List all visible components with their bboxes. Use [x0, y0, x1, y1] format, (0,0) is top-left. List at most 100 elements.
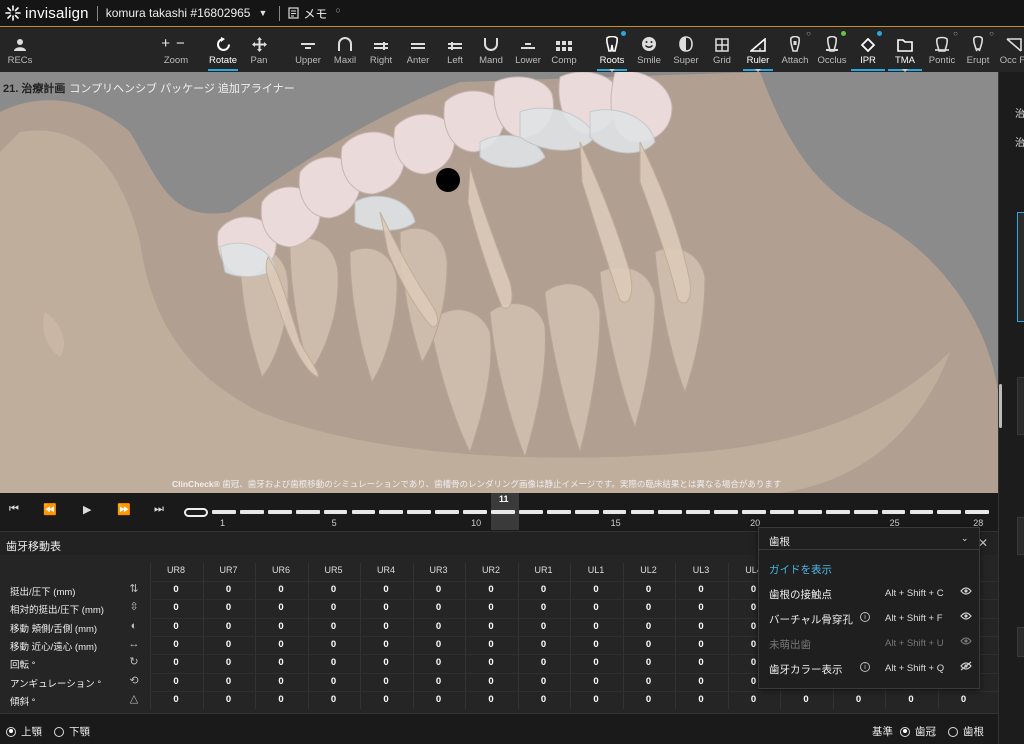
right-panel-card[interactable] [1017, 377, 1024, 435]
stage-segment[interactable] [770, 510, 794, 514]
prev-stage-icon[interactable]: ⏪ [43, 503, 57, 516]
tool-label: Lower [515, 55, 541, 66]
lower-jaw-radio[interactable]: 下顎 [54, 724, 90, 739]
stage-segment[interactable] [742, 510, 766, 514]
right-panel-card[interactable] [1017, 517, 1024, 555]
stage-segment[interactable] [491, 510, 515, 514]
stage-segment[interactable] [323, 510, 348, 514]
stage-segment[interactable] [630, 510, 655, 514]
stage-segment[interactable] [853, 510, 878, 514]
stage-segment[interactable] [909, 510, 934, 514]
stage-segment[interactable] [574, 510, 599, 514]
right-panel-card-active[interactable] [1017, 212, 1024, 322]
play-icon[interactable]: ▶ [83, 503, 91, 516]
tool-occfr-button[interactable]: Occ Fr [990, 28, 1024, 72]
right-panel-tab-2[interactable]: 治 [1015, 134, 1024, 149]
stage-segment[interactable] [407, 510, 432, 514]
info-icon[interactable]: i [860, 612, 870, 622]
stage-segment[interactable] [463, 510, 487, 514]
tool-comp-button[interactable]: Comp [540, 28, 588, 72]
top-bar: invisalign komura takashi #16802965 ▼ メモ… [0, 0, 1024, 27]
upper-jaw-radio[interactable]: 上顎 [6, 724, 42, 739]
stage-segment[interactable] [435, 510, 460, 514]
patient-dropdown-caret-icon[interactable]: ▼ [258, 8, 267, 18]
column-header: UR8 [166, 565, 185, 575]
brand-name: invisalign [25, 4, 89, 22]
info-icon[interactable]: i [860, 662, 870, 672]
right-panel-tab-1[interactable]: 治 [1015, 105, 1024, 120]
movement-type-icon: ◐ [130, 619, 138, 632]
stage-segment[interactable] [351, 510, 376, 514]
table-cell: 0 [645, 657, 652, 669]
tool-recs-button[interactable]: RECs [0, 28, 44, 72]
table-cell: 0 [173, 657, 179, 669]
stage-segment[interactable] [546, 510, 571, 514]
table-cell: 0 [698, 602, 704, 614]
table-cell: 0 [593, 638, 599, 650]
tool-zoom-button[interactable]: +− Zoom [152, 28, 200, 72]
table-cell: 0 [330, 675, 337, 687]
tool-label: Anter [406, 55, 430, 66]
tool-pan-button[interactable]: Pan [235, 28, 283, 72]
table-cell: 0 [330, 638, 337, 650]
eye-off-icon[interactable] [960, 661, 972, 674]
table-cell: 0 [330, 693, 337, 705]
toolbar: RECs +− Zoom Rotate Pan Upper Maxil Right Anter L… [0, 28, 1024, 72]
tool-label: Rotate [209, 55, 237, 66]
stage-segment[interactable] [937, 510, 962, 514]
root-radio[interactable]: 歯根 [948, 724, 984, 739]
tool-label: Super [673, 55, 699, 66]
roots-menu-item[interactable]: バーチャル骨穿孔 i Alt + Shift + F [759, 606, 979, 630]
table-cell: 0 [225, 584, 232, 595]
stage-segment[interactable] [239, 510, 264, 514]
stage-segment[interactable] [295, 510, 320, 514]
memo-button[interactable]: メモ ○ [288, 5, 341, 22]
stage-segment[interactable] [881, 510, 906, 514]
stage-segment[interactable] [518, 510, 543, 514]
eye-icon[interactable] [960, 586, 972, 599]
roots-menu-item[interactable]: ガイドを表示 [759, 556, 979, 580]
erupt-icon [971, 28, 985, 52]
tool-label: Occ Fr [999, 55, 1024, 66]
movement-type-icon: ⇳ [129, 601, 139, 614]
viewport-scrollbar[interactable] [999, 384, 1002, 428]
3d-viewport[interactable]: 21. 治療計画 コンプリヘンシブ パッケージ 追加アライナー ClinCheck… [0, 72, 998, 493]
roots-menu-item[interactable]: 歯根の接触点 Alt + Shift + C [759, 581, 979, 605]
first-stage-icon[interactable]: ⏮ [9, 503, 19, 516]
patient-name[interactable]: komura takashi #16802965 [106, 6, 251, 20]
stage-segment[interactable] [658, 510, 683, 514]
table-cell: 0 [173, 675, 179, 687]
last-stage-icon[interactable]: ⏭ [154, 503, 164, 516]
grid-icon [715, 28, 729, 52]
move-icon [251, 28, 267, 52]
right-panel-card[interactable] [1017, 627, 1024, 657]
next-stage-icon[interactable]: ⏩ [117, 503, 131, 516]
roots-menu-header[interactable]: 歯根 ⌄ [759, 528, 979, 550]
stage-segment[interactable] [686, 510, 711, 514]
roots-menu-item[interactable]: 歯牙カラー表示 i Alt + Shift + Q [759, 656, 979, 680]
eye-icon[interactable] [960, 611, 972, 624]
stage-timeline[interactable]: ⏮ ⏪ ▶ ⏩ ⏭ 11 1 5 10 15 20 25 28 [0, 493, 998, 531]
stage-segment[interactable] [379, 510, 404, 514]
table-cell: 0 [383, 638, 389, 650]
crown-radio[interactable]: 歯冠 [900, 724, 936, 739]
stage-segment[interactable] [797, 510, 822, 514]
table-cell: 0 [278, 584, 284, 595]
stage-segment[interactable] [267, 510, 292, 514]
menu-item-shortcut: Alt + Shift + C [885, 588, 944, 599]
disclaimer-brand: ClinCheck® [172, 479, 220, 489]
table-cell: 0 [593, 620, 599, 632]
stage-segment[interactable] [965, 510, 990, 514]
stage-zero-marker[interactable] [184, 508, 208, 517]
stage-segment[interactable] [714, 510, 739, 514]
column-header: UL1 [587, 565, 605, 575]
stage-segment[interactable] [212, 510, 236, 514]
table-cell: 0 [593, 675, 599, 687]
dental-3d-model[interactable] [0, 72, 998, 493]
tool-label: Roots [599, 55, 625, 66]
stage-segment[interactable] [825, 510, 850, 514]
eye-icon[interactable] [960, 636, 972, 649]
occlus-icon [825, 28, 839, 52]
chevron-down-icon[interactable]: ⌄ [961, 533, 969, 544]
stage-segment[interactable] [602, 510, 627, 514]
